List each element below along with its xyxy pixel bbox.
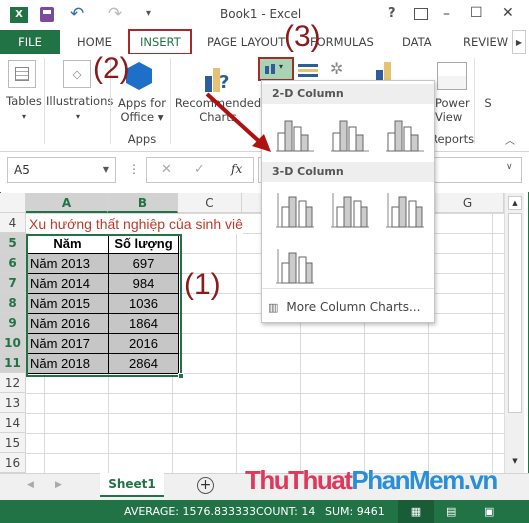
row-header-11[interactable]: 11 [0, 353, 26, 373]
annotation-2: (2) [93, 52, 130, 85]
apps-for-office-icon [126, 62, 152, 90]
status-bar: AVERAGE: 1576.833333 COUNT: 14 SUM: 9461… [0, 500, 529, 523]
tables-label: Tables [6, 94, 42, 108]
more-column-charts[interactable]: ▥ More Column Charts... [268, 300, 420, 314]
3d-stacked-column-icon[interactable] [327, 189, 371, 233]
tables-button[interactable]: Tables ▾ [4, 94, 44, 124]
save-icon[interactable] [40, 7, 54, 22]
row-header-7[interactable]: 7 [0, 273, 26, 293]
tab-file[interactable]: FILE [0, 30, 60, 54]
select-all-button[interactable] [0, 193, 26, 213]
scroll-up-icon[interactable]: ▲ [508, 196, 522, 210]
new-sheet-button[interactable]: + [197, 477, 214, 494]
row-header-13[interactable]: 13 [0, 393, 26, 413]
table-icon [8, 60, 36, 88]
title-bar: X ↶ ↷ ▾ Book1 - Excel ? – ☐ ✕ [0, 0, 529, 30]
formula-bar-grip-icon[interactable]: ⋮ [128, 162, 140, 176]
name-box[interactable]: A5 ▼ [7, 157, 116, 183]
row-header-6[interactable]: 6 [0, 253, 26, 273]
recommended-charts-icon: ? [205, 66, 233, 93]
column-header-C[interactable]: C [178, 193, 242, 213]
fill-handle[interactable] [178, 373, 184, 379]
illustrations-icon: ◇ [63, 60, 91, 88]
power-view-icon [437, 62, 467, 90]
tabs-scroll-right-icon[interactable]: ▶ [512, 30, 526, 54]
next-sheet-icon[interactable]: ▶ [55, 480, 62, 490]
status-sum: SUM: 9461 [325, 505, 385, 518]
undo-icon[interactable]: ↶ [70, 4, 84, 24]
ribbon-display-icon[interactable] [414, 8, 428, 20]
customize-qat-icon[interactable]: ▾ [146, 8, 151, 19]
window-title: Book1 - Excel [220, 7, 302, 21]
illustrations-button[interactable]: Illustrations ▾ [46, 94, 114, 124]
formula-buttons: ✕ ✓ fx [146, 157, 254, 183]
apps-for-office-button[interactable]: Apps for Office ▾ [113, 96, 171, 124]
vertical-scrollbar[interactable]: ▲ ▼ [504, 193, 524, 473]
clustered-column-icon[interactable] [272, 113, 316, 157]
cancel-button[interactable]: ✕ [161, 162, 172, 177]
apps-group-label: Apps [127, 132, 157, 146]
tab-data[interactable]: DATA [402, 30, 432, 54]
selection-border [26, 234, 182, 377]
close-button[interactable]: ✕ [502, 5, 514, 21]
row-header-9[interactable]: 9 [0, 313, 26, 333]
power-view-button[interactable]: Power View [435, 96, 471, 124]
stacked-column-icon[interactable] [327, 113, 371, 157]
column-header-G[interactable]: G [432, 193, 504, 213]
section-2d-column: 2-D Column [262, 84, 434, 104]
redo-icon[interactable]: ↷ [108, 4, 122, 24]
insert-highlight-box [128, 29, 192, 55]
enter-button[interactable]: ✓ [194, 162, 205, 177]
annotation-1: (1) [184, 268, 221, 301]
3d-clustered-column-icon[interactable] [272, 189, 316, 233]
row-header-8[interactable]: 8 [0, 293, 26, 313]
insert-function-button[interactable]: fx [231, 162, 242, 176]
100-stacked-column-icon[interactable] [382, 113, 426, 157]
scroll-down-icon[interactable]: ▼ [508, 455, 522, 469]
page-layout-view-icon[interactable]: ▤ [446, 500, 456, 523]
normal-view-icon[interactable]: ▦ [398, 500, 434, 523]
watermark: ThuThuatPhanMem.vn [245, 465, 498, 495]
recommended-charts-button[interactable]: Recommended Charts [172, 96, 264, 124]
sheet-tab-sheet1[interactable]: Sheet1 [100, 473, 164, 497]
tab-page-layout[interactable]: PAGE LAYOUT [207, 30, 285, 54]
column-header-A[interactable]: A [26, 193, 108, 213]
row-header-5[interactable]: 5 [0, 233, 26, 253]
minimize-button[interactable]: – [443, 6, 450, 22]
sparklines-button[interactable]: S [480, 96, 496, 110]
3d-column-icon[interactable] [272, 245, 316, 289]
column-chart-small-icon: ▥ [268, 301, 279, 314]
radar-chart-icon[interactable]: ✲ [330, 59, 343, 78]
illustrations-label: Illustrations [46, 94, 114, 108]
row-header-10[interactable]: 10 [0, 333, 26, 353]
title-cell[interactable]: Xu hướng thất nghiệp của sinh viê [29, 214, 243, 234]
column-chart-dropdown: 2-D Column 3-D Column ▥ More Column Chart… [261, 80, 435, 323]
help-button[interactable]: ? [388, 6, 396, 21]
status-count: COUNT: 14 [256, 505, 316, 518]
row-header-4[interactable]: 4 [0, 213, 26, 233]
row-header-15[interactable]: 15 [0, 433, 26, 453]
row-header-16[interactable]: 16 [0, 453, 26, 473]
reports-group-label: Reports [430, 132, 475, 146]
bar-chart-icon[interactable] [298, 64, 318, 78]
row-header-12[interactable]: 12 [0, 373, 26, 393]
3d-100-stacked-column-icon[interactable] [382, 189, 426, 233]
column-chart-highlight-box [258, 57, 294, 81]
expand-formula-icon[interactable]: ∨ [506, 162, 513, 172]
column-header-B[interactable]: B [108, 193, 178, 213]
maximize-button[interactable]: ☐ [470, 5, 483, 21]
annotation-3: (3) [284, 20, 321, 53]
excel-logo-icon: X [10, 7, 28, 23]
status-average: AVERAGE: 1576.833333 [124, 505, 256, 518]
ribbon-collapse-icon[interactable]: ︿ [505, 132, 515, 147]
scroll-thumb[interactable] [508, 213, 522, 413]
tab-home[interactable]: HOME [77, 30, 112, 54]
page-break-view-icon[interactable]: ▣ [484, 500, 494, 523]
tab-review[interactable]: REVIEW [463, 30, 508, 54]
prev-sheet-icon[interactable]: ◀ [27, 480, 34, 490]
ribbon-tabs: FILE HOME INSERT PAGE LAYOUT FORMULAS DA… [0, 30, 529, 54]
row-header-14[interactable]: 14 [0, 413, 26, 433]
section-3d-column: 3-D Column [262, 162, 434, 182]
